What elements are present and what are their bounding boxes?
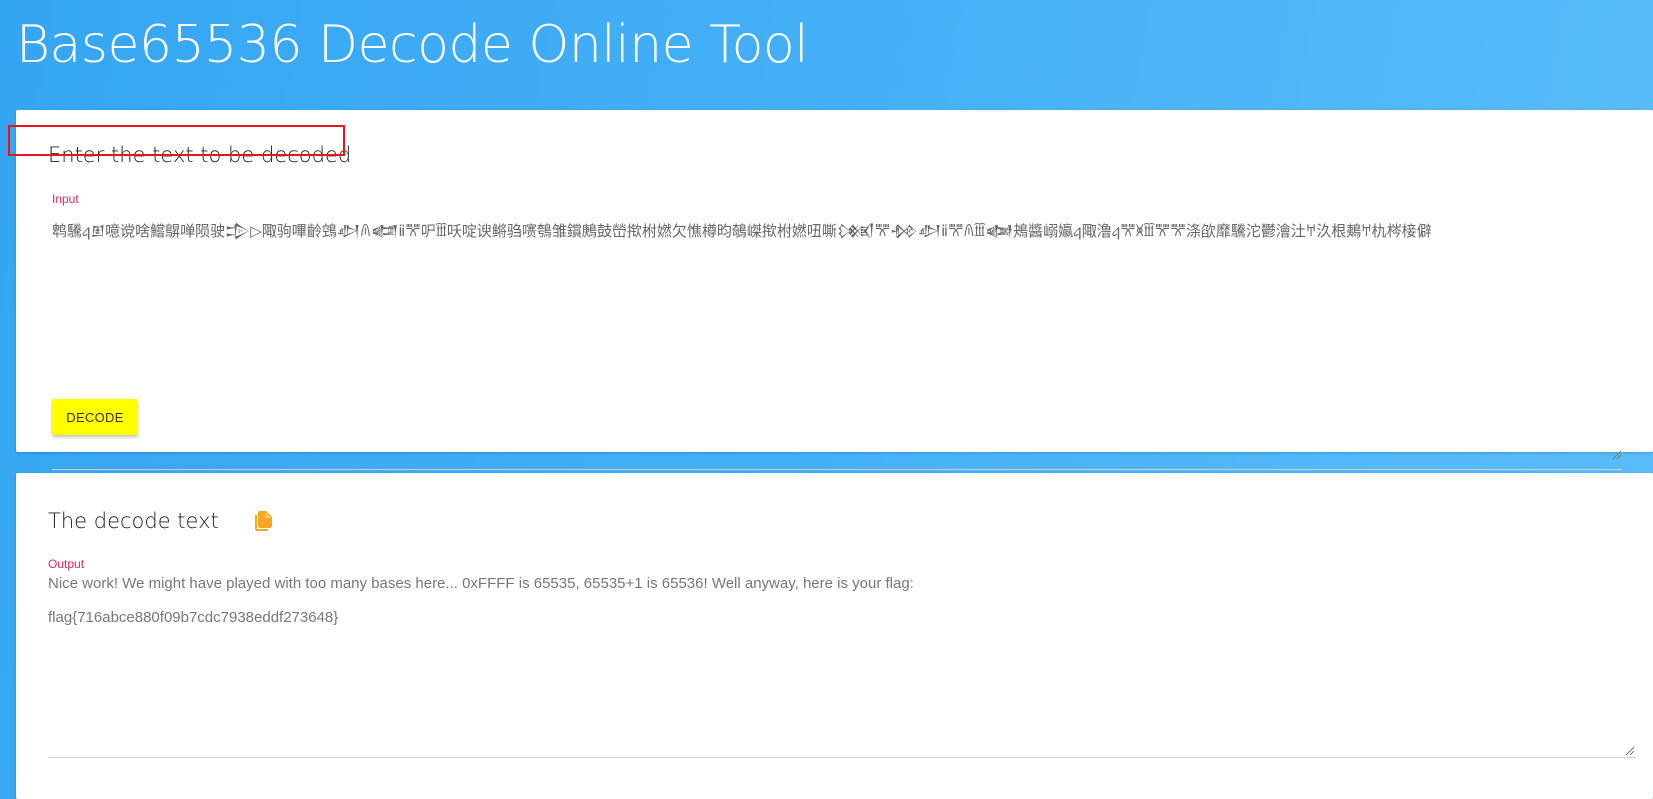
output-message: Nice work! We might have played with too… xyxy=(48,575,914,592)
flag-highlight-box xyxy=(8,125,345,156)
page-title: Base65536 Decode Online Tool xyxy=(16,15,809,75)
output-card-title: The decode text xyxy=(48,509,219,533)
input-label: Input xyxy=(52,192,79,206)
output-label: Output xyxy=(48,557,85,571)
resize-grip-icon[interactable] xyxy=(1612,450,1622,460)
output-card: The decode text Output Nice work! We mig… xyxy=(16,473,1653,799)
input-textarea[interactable]: 鹎驣𐔔𒁳噫谠啥鱨鵿啴陨驶𒄠▷陬驹嗶齡鵼𒀠𐀴𒅡ⅱ𐘩㕧𐘪㕭啶谀鳉驺㗷鴮雏鑜鶊鼓嵤揿柎… xyxy=(52,220,1622,470)
resize-grip-icon[interactable] xyxy=(1625,746,1635,756)
decode-button[interactable]: DECODE xyxy=(52,399,138,435)
output-textarea[interactable]: Nice work! We might have played with too… xyxy=(48,575,1636,758)
input-card: Enter the text to be decoded Input 鹎驣𐔔𒁳噫… xyxy=(16,110,1653,470)
copy-icon[interactable] xyxy=(251,509,275,533)
output-flag: flag{716abce880f09b7cdc7938eddf273648} xyxy=(48,609,339,626)
